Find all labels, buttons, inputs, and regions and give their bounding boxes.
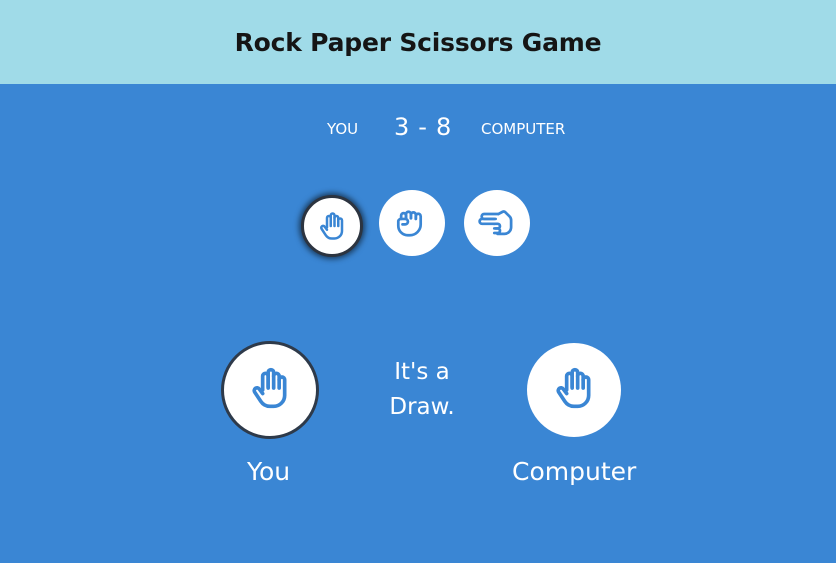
round-result-text: It's a Draw. [372, 355, 472, 425]
computer-score-label: COMPUTER [481, 120, 566, 138]
computer-choice-display [527, 343, 621, 437]
game-title: Rock Paper Scissors Game [234, 27, 602, 57]
computer-score: 8 [435, 113, 453, 141]
hand-paper-icon [317, 211, 347, 241]
paper-choice-button[interactable] [301, 195, 363, 257]
header-bar: Rock Paper Scissors Game [0, 0, 836, 84]
result-line-1: It's a [394, 359, 450, 385]
rock-choice-button[interactable] [379, 190, 445, 256]
scissors-choice-button[interactable] [464, 190, 530, 256]
you-player-label: You [247, 457, 291, 486]
you-score: 3 [394, 113, 411, 141]
hand-rock-icon [393, 206, 431, 240]
you-choice-display [221, 341, 319, 439]
hand-paper-icon [552, 366, 596, 414]
hand-paper-icon [248, 366, 292, 414]
scoreboard: YOU 3-8 COMPUTER [0, 110, 836, 150]
computer-player-label: Computer [512, 457, 637, 486]
you-score-label: YOU [327, 120, 359, 138]
result-line-2: Draw. [389, 394, 455, 420]
score-display: 3-8 [394, 113, 452, 141]
score-separator: - [418, 113, 428, 141]
hand-scissors-icon [478, 206, 516, 240]
